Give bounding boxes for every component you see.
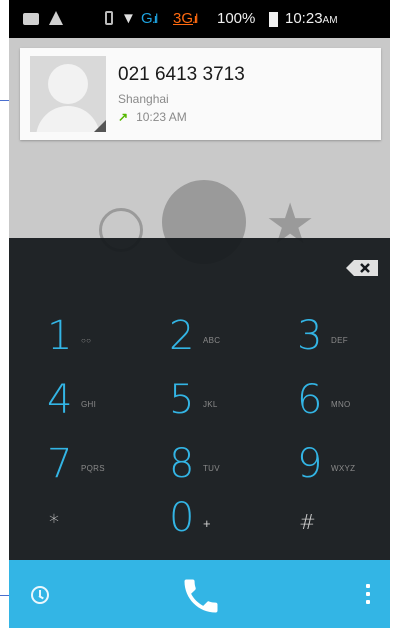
outgoing-call-arrow-icon: ↗ — [118, 110, 129, 124]
dial-key-letters: MNO — [331, 400, 351, 409]
call-time-row: ↗ 10:23 AM — [118, 110, 187, 124]
avatar-body — [36, 106, 100, 132]
dial-key-6[interactable]: 6 MNO — [297, 374, 390, 426]
battery-icon — [269, 12, 278, 27]
warning-icon — [49, 11, 63, 25]
dial-key-2[interactable]: 2 ABC — [169, 310, 279, 362]
signal-strength-icon: .ıl — [192, 11, 198, 26]
dial-key-digit: 7 — [47, 441, 73, 487]
recent-call-card[interactable]: 021 6413 3713 Shanghai ↗ 10:23 AM — [20, 48, 381, 140]
dial-key-letters: GHI — [81, 400, 97, 409]
dial-key-digit: 4 — [47, 377, 73, 423]
dial-key-digit: 5 — [169, 377, 195, 423]
dial-key-8[interactable]: 8 TUV — [169, 438, 279, 490]
dial-key-7[interactable]: 7 PQRS — [47, 438, 157, 490]
clock-ampm: AM — [322, 15, 338, 26]
dial-key-letters: PQRS — [81, 464, 105, 473]
phone-icon — [184, 579, 218, 613]
dial-key-letters: + — [203, 516, 211, 531]
call-button[interactable] — [179, 574, 223, 618]
overflow-menu-icon[interactable] — [365, 584, 371, 606]
network-type-g: G — [141, 10, 153, 27]
call-history-icon[interactable] — [31, 586, 49, 604]
backspace-icon[interactable] — [346, 260, 378, 276]
wifi-icon: ▼ — [121, 10, 136, 27]
status-bar: ▼ G .ıl 3G .ıl 100% 10:23AM — [9, 0, 390, 38]
dial-key-digit: 8 — [169, 441, 195, 487]
dialpad: 1 ○○ 2 ABC 3 DEF 4 GHI 5 JKL 6 MNO 7 PQR… — [9, 238, 390, 560]
dial-key-letters: DEF — [331, 336, 348, 345]
dial-key-digit: 9 — [297, 441, 323, 487]
dial-key-5[interactable]: 5 JKL — [169, 374, 279, 426]
dial-key-9[interactable]: 9 WXYZ — [297, 438, 390, 490]
call-time: 10:23 AM — [136, 110, 187, 124]
dial-key-hash[interactable]: # — [299, 496, 390, 548]
avatar-head — [48, 64, 88, 104]
contact-avatar[interactable] — [30, 56, 106, 132]
status-clock: 10:23AM — [285, 0, 338, 38]
dial-key-digit: 2 — [169, 313, 195, 359]
dial-key-letters: JKL — [203, 400, 218, 409]
dial-key-digit: * — [49, 510, 59, 534]
dial-key-letters: TUV — [203, 464, 220, 473]
call-location: Shanghai — [118, 92, 169, 106]
voicemail-icon: ○○ — [81, 336, 92, 345]
dial-key-1[interactable]: 1 ○○ — [47, 310, 157, 362]
dial-key-0[interactable]: 0 + — [169, 492, 279, 544]
dial-key-digit: 0 — [169, 495, 195, 541]
battery-percent: 100% — [217, 10, 256, 27]
dial-key-digit: # — [299, 510, 316, 534]
dial-key-digit: 6 — [297, 377, 323, 423]
dial-key-letters: ABC — [203, 336, 221, 345]
dialer-action-bar — [9, 560, 390, 628]
phone-number: 021 6413 3713 — [118, 64, 245, 85]
clock-time: 10:23 — [285, 10, 323, 27]
dial-key-digit: 1 — [47, 313, 73, 359]
quick-contact-badge-icon — [94, 120, 106, 132]
network-type-3g: 3G — [173, 10, 194, 27]
dial-key-digit: 3 — [297, 313, 323, 359]
dial-key-letters: WXYZ — [331, 464, 356, 473]
dial-key-3[interactable]: 3 DEF — [297, 310, 390, 362]
vibrate-icon — [105, 11, 113, 25]
notification-icon — [23, 13, 39, 25]
dial-key-star[interactable]: * — [49, 496, 159, 548]
phone-screen: ▼ G .ıl 3G .ıl 100% 10:23AM ★ 021 6413 3… — [9, 0, 390, 628]
signal-strength-icon: .ıl — [152, 11, 158, 26]
dial-key-4[interactable]: 4 GHI — [47, 374, 157, 426]
